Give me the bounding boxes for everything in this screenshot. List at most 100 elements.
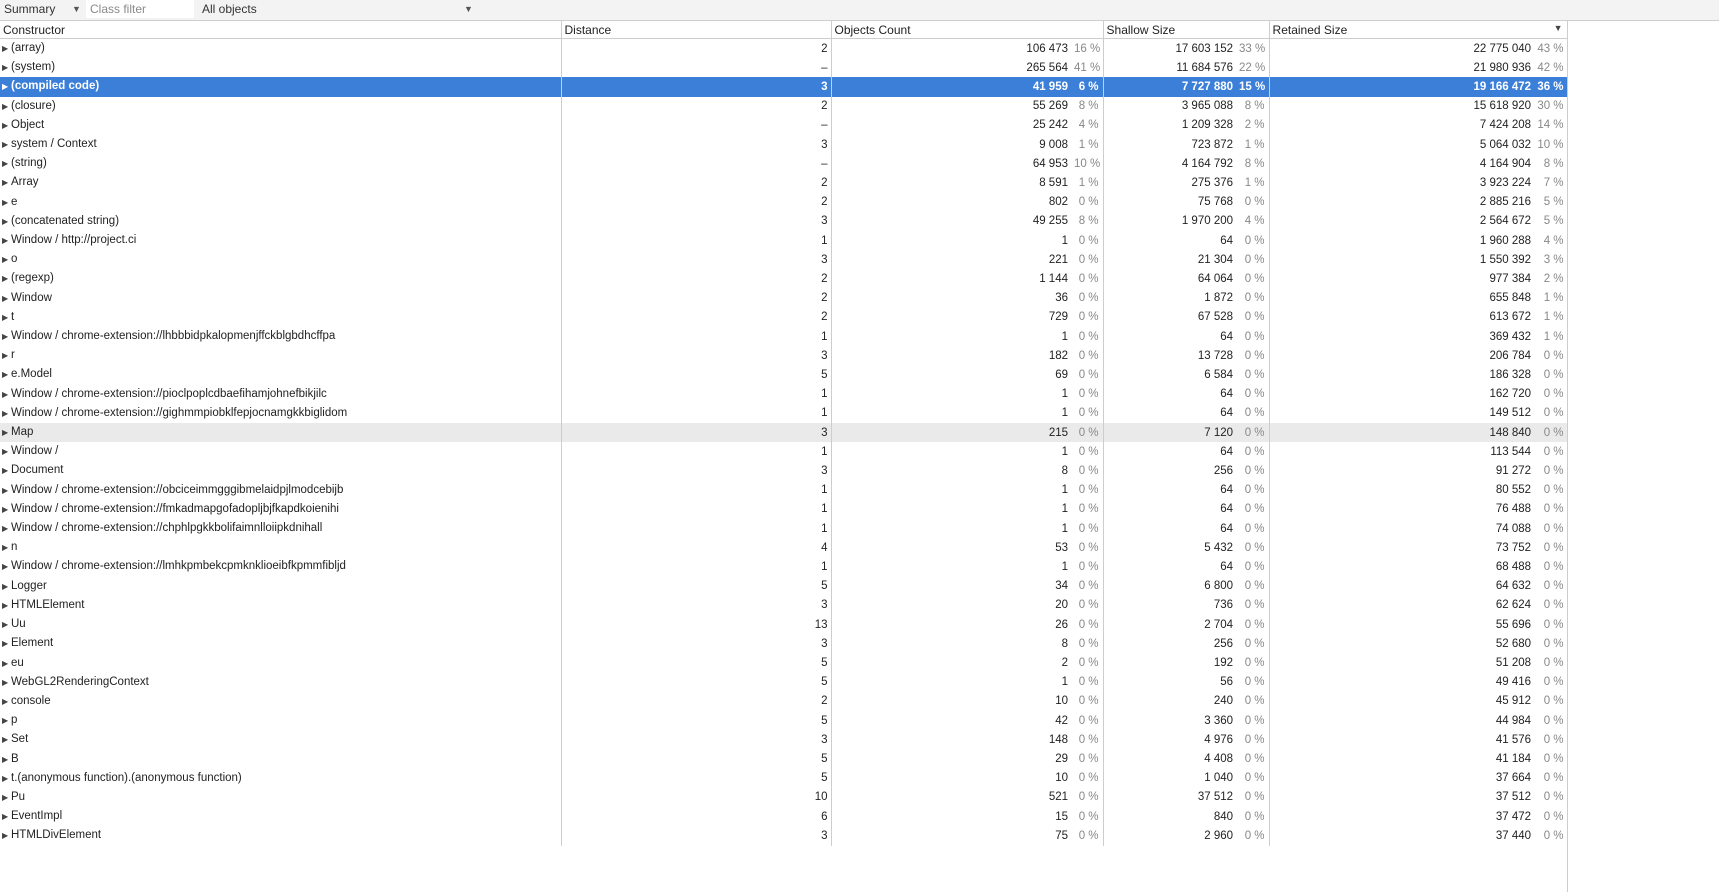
table-row[interactable]: ▶ Element 3 8 0 % 256 0 % 52 680 0 %: [0, 634, 1569, 654]
expand-triangle-icon[interactable]: ▶: [2, 424, 9, 442]
expand-triangle-icon[interactable]: ▶: [2, 808, 9, 826]
table-row[interactable]: ▶ (regexp) 2 1 144 0 % 64 064 0 % 977 384 2 %: [0, 269, 1569, 289]
expand-triangle-icon[interactable]: ▶: [2, 232, 9, 250]
table-row[interactable]: ▶ Window / chrome-extension://lhbbbidpkal…: [0, 327, 1569, 347]
expand-triangle-icon[interactable]: ▶: [2, 78, 9, 96]
class-filter-input[interactable]: [86, 0, 194, 18]
table-row[interactable]: ▶ Map 3 215 0 % 7 120 0 % 148 840 0 %: [0, 423, 1569, 443]
table-row[interactable]: ▶ Array 2 8 591 1 % 275 376 1 % 3 923 224 7 %: [0, 173, 1569, 193]
shallow-size-cell: 64 064: [1197, 272, 1234, 285]
expand-triangle-icon[interactable]: ▶: [2, 290, 9, 308]
expand-triangle-icon[interactable]: ▶: [2, 270, 9, 288]
expand-triangle-icon[interactable]: ▶: [2, 501, 9, 519]
table-row[interactable]: ▶ Document 3 8 0 % 256 0 % 91 272 0 %: [0, 461, 1569, 481]
expand-triangle-icon[interactable]: ▶: [2, 462, 9, 480]
expand-triangle-icon[interactable]: ▶: [2, 789, 9, 807]
expand-triangle-icon[interactable]: ▶: [2, 213, 9, 231]
column-header-retained-size[interactable]: Retained Size ▼: [1269, 21, 1569, 39]
table-row[interactable]: ▶ Window /1 1 0 % 64 0 % 113 544 0 %: [0, 442, 1569, 462]
expand-triangle-icon[interactable]: ▶: [2, 98, 9, 116]
table-row[interactable]: ▶ system / Context 3 9 008 1 % 723 872 1 % 5 06…: [0, 135, 1569, 155]
expand-triangle-icon[interactable]: ▶: [2, 731, 9, 749]
table-row[interactable]: ▶ (closure) 2 55 269 8 % 3 965 088 8 % 15 618 9…: [0, 96, 1569, 116]
expand-triangle-icon[interactable]: ▶: [2, 309, 9, 327]
table-row[interactable]: ▶ Window / chrome-extension://obciceimmgg…: [0, 480, 1569, 500]
objects-count-cell: 2: [1061, 657, 1068, 669]
table-row[interactable]: ▶ Object –25 242 4 % 1 209 328 2 % 7 424 208 14…: [0, 115, 1569, 136]
expand-triangle-icon[interactable]: ▶: [2, 770, 9, 788]
table-row[interactable]: ▶ (array) 2 106 473 16 % 17 603 152 33 % 22 775…: [0, 38, 1569, 59]
expand-triangle-icon[interactable]: ▶: [2, 251, 9, 269]
table-row[interactable]: ▶ e 2 802 0 % 75 768 0 % 2 885 216 5 %: [0, 192, 1569, 212]
expand-triangle-icon[interactable]: ▶: [2, 194, 9, 212]
table-row[interactable]: ▶ Window / chrome-extension://lmhkpmbekcp…: [0, 557, 1569, 577]
expand-triangle-icon[interactable]: ▶: [2, 655, 9, 673]
table-row[interactable]: ▶ WebGL2RenderingContext 5 1 0 % 56 0 % 49 416 0…: [0, 672, 1569, 692]
expand-triangle-icon[interactable]: ▶: [2, 827, 9, 845]
expand-triangle-icon[interactable]: ▶: [2, 366, 9, 384]
expand-triangle-icon[interactable]: ▶: [2, 558, 9, 576]
expand-triangle-icon[interactable]: ▶: [2, 520, 9, 538]
expand-triangle-icon[interactable]: ▶: [2, 635, 9, 653]
table-row[interactable]: ▶ Logger 5 34 0 % 6 800 0 % 64 632 0 %: [0, 576, 1569, 596]
expand-triangle-icon[interactable]: ▶: [2, 328, 9, 346]
shallow-size-cell: 4 408: [1204, 753, 1234, 766]
expand-triangle-icon[interactable]: ▶: [2, 117, 9, 135]
constructor-name: (array): [11, 42, 45, 54]
table-row[interactable]: ▶ Window / chrome-extension://pioclpoplcd…: [0, 384, 1569, 404]
table-row[interactable]: ▶ n 4 53 0 % 5 432 0 % 73 752 0 %: [0, 538, 1569, 558]
expand-triangle-icon[interactable]: ▶: [2, 443, 9, 461]
table-row[interactable]: ▶ eu 5 2 0 % 192 0 % 51 208 0 %: [0, 653, 1569, 673]
column-header-shallow-size[interactable]: Shallow Size: [1103, 21, 1270, 39]
expand-triangle-icon[interactable]: ▶: [2, 693, 9, 711]
distance-cell: 2: [561, 288, 832, 308]
expand-triangle-icon[interactable]: ▶: [2, 482, 9, 500]
column-header-constructor[interactable]: Constructor: [0, 21, 562, 39]
expand-triangle-icon[interactable]: ▶: [2, 386, 9, 404]
table-row[interactable]: ▶ e.Model 5 69 0 % 6 584 0 % 186 328 0 %: [0, 365, 1569, 385]
table-row[interactable]: ▶ Window / chrome-extension://chphlpgkkbo…: [0, 519, 1569, 539]
expand-triangle-icon[interactable]: ▶: [2, 174, 9, 192]
expand-triangle-icon[interactable]: ▶: [2, 539, 9, 557]
table-row[interactable]: ▶ t.(anonymous function).(anonymous funct…: [0, 768, 1569, 788]
objects-select[interactable]: All objects ▼: [202, 0, 474, 20]
table-row[interactable]: ▶ o 3 221 0 % 21 304 0 % 1 550 392 3 %: [0, 250, 1569, 270]
expand-triangle-icon[interactable]: ▶: [2, 155, 9, 173]
distance-cell: 2: [561, 192, 832, 212]
expand-triangle-icon[interactable]: ▶: [2, 405, 9, 423]
table-row[interactable]: ▶ t 2 729 0 % 67 528 0 % 613 672 1 %: [0, 307, 1569, 328]
table-row[interactable]: ▶ p 5 42 0 % 3 360 0 % 44 984 0 %: [0, 711, 1569, 731]
retained-size-cell: 37 664: [1495, 772, 1532, 785]
table-row[interactable]: ▶ (system) –265 564 41 % 11 684 576 22 % 21 98…: [0, 58, 1569, 78]
expand-triangle-icon[interactable]: ▶: [2, 712, 9, 730]
expand-triangle-icon[interactable]: ▶: [2, 59, 9, 77]
table-row[interactable]: ▶ Window / chrome-extension://gighmmpiobk…: [0, 403, 1569, 424]
expand-triangle-icon[interactable]: ▶: [2, 347, 9, 365]
expand-triangle-icon[interactable]: ▶: [2, 616, 9, 634]
table-row[interactable]: ▶ Uu 13 26 0 % 2 704 0 % 55 696 0 %: [0, 615, 1569, 635]
table-row[interactable]: ▶ console 2 10 0 % 240 0 % 45 912 0 %: [0, 691, 1569, 712]
table-row[interactable]: ▶ Window / chrome-extension://fmkadmapgof…: [0, 499, 1569, 520]
table-row[interactable]: ▶ Window / http://project.ci 1 1 0 % 64 0 % 1 9…: [0, 231, 1569, 251]
table-row[interactable]: ▶ (concatenated string) 3 49 255 8 % 1 970 20…: [0, 211, 1569, 232]
column-header-objects-count[interactable]: Objects Count: [831, 21, 1104, 39]
table-row[interactable]: ▶ B 5 29 0 % 4 408 0 % 41 184 0 %: [0, 749, 1569, 769]
expand-triangle-icon[interactable]: ▶: [2, 751, 9, 769]
expand-triangle-icon[interactable]: ▶: [2, 40, 9, 58]
table-row[interactable]: ▶ r 3 182 0 % 13 728 0 % 206 784 0 %: [0, 346, 1569, 366]
table-row[interactable]: ▶ HTMLDivElement 3 75 0 % 2 960 0 % 37 440 0 %: [0, 826, 1569, 846]
table-row[interactable]: ▶ (string) –64 953 10 % 4 164 792 8 % 4 164 90…: [0, 154, 1569, 174]
view-select[interactable]: Summary ▼: [4, 0, 86, 20]
expand-triangle-icon[interactable]: ▶: [2, 136, 9, 154]
column-header-distance[interactable]: Distance: [561, 21, 832, 39]
table-row[interactable]: ▶ Pu 10 521 0 % 37 512 0 % 37 512 0 %: [0, 787, 1569, 808]
table-row[interactable]: ▶ EventImpl 6 15 0 % 840 0 % 37 472 0 %: [0, 807, 1569, 827]
table-row[interactable]: ▶ Window 2 36 0 % 1 872 0 % 655 848 1 %: [0, 288, 1569, 308]
table-row[interactable]: ▶ Set 3 148 0 % 4 976 0 % 41 576 0 %: [0, 730, 1569, 750]
expand-triangle-icon[interactable]: ▶: [2, 674, 9, 692]
table-row[interactable]: ▶ (compiled code) 3 41 959 6 % 7 727 880 15 % 1…: [0, 77, 1569, 97]
expand-triangle-icon[interactable]: ▶: [2, 597, 9, 615]
shallow-size-cell: 64: [1220, 503, 1234, 516]
expand-triangle-icon[interactable]: ▶: [2, 578, 9, 596]
table-row[interactable]: ▶ HTMLElement 3 20 0 % 736 0 % 62 624 0 %: [0, 595, 1569, 616]
